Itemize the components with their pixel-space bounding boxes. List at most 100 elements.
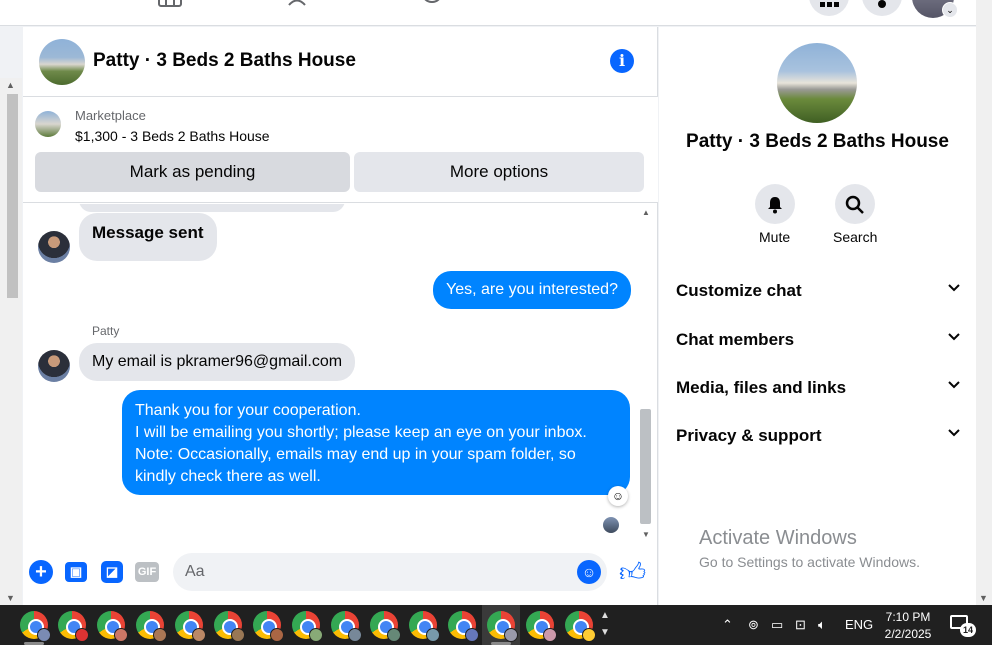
listing-title[interactable]: $1,300 - 3 Beds 2 Baths House (75, 128, 270, 144)
chat-avatar[interactable] (39, 39, 85, 85)
battery-icon[interactable]: ▭ (771, 617, 783, 633)
scroll-down-arrow-icon[interactable]: ▼ (642, 530, 650, 539)
photo-icon[interactable]: ▣ (65, 562, 87, 582)
section-label: Privacy & support (676, 426, 822, 445)
message-text: Yes, are you interested? (446, 281, 618, 298)
profile-name: Patty · 3 Beds 2 Baths House (686, 131, 949, 152)
chevron-down-icon (947, 281, 961, 298)
marketplace-nav-icon[interactable] (157, 0, 183, 8)
section-media-files-links[interactable]: Media, files and links (676, 378, 961, 402)
message-input[interactable]: Aa ☺ (173, 553, 607, 591)
window-scrollbar[interactable]: ▼ (976, 0, 992, 605)
chrome-app-icon[interactable] (526, 611, 557, 642)
language-indicator[interactable]: ENG (845, 617, 873, 632)
scrollbar-thumb[interactable] (7, 94, 18, 298)
message-line: Note: Occasionally, emails may end up in… (135, 446, 576, 463)
chrome-app-icon[interactable] (565, 611, 596, 642)
chevron-down-icon (947, 378, 961, 395)
message-bubble-incoming: Message sent (79, 213, 217, 261)
chrome-app-icon[interactable] (214, 611, 245, 642)
activate-windows-watermark: Activate Windows Go to Settings to activ… (699, 527, 920, 570)
reaction-icon[interactable]: ☺ (608, 486, 628, 506)
bell-icon (878, 0, 886, 8)
volume-icon[interactable]: 🔈︎ (818, 617, 826, 633)
seen-avatar (603, 517, 619, 533)
section-label: Customize chat (676, 281, 802, 300)
mark-as-pending-button[interactable]: Mark as pending (35, 152, 350, 192)
message-text: Message sent (92, 223, 204, 242)
top-navigation: ⌄ (0, 0, 976, 26)
scroll-up-arrow-icon[interactable]: ▲ (642, 208, 650, 217)
section-privacy-support[interactable]: Privacy & support (676, 426, 961, 450)
scroll-down-arrow-icon[interactable]: ▼ (6, 593, 15, 603)
menu-grid-button[interactable] (809, 0, 849, 16)
sender-avatar[interactable] (38, 231, 70, 263)
sender-avatar[interactable] (38, 350, 70, 382)
message-bubble-outgoing: Thank you for your cooperation. I will b… (122, 390, 630, 495)
chevron-down-icon[interactable]: ⌄ (942, 2, 958, 18)
message-line: I will be emailing you shortly; please k… (135, 424, 587, 441)
scroll-up-arrow-icon[interactable]: ▲ (6, 80, 15, 90)
chat-panel: Patty · 3 Beds 2 Baths House i Marketpla… (23, 27, 658, 605)
search-icon (845, 196, 864, 215)
chrome-app-icon[interactable] (370, 611, 401, 642)
section-customize-chat[interactable]: Customize chat (676, 281, 961, 305)
message-line: kindly check there as well. (135, 468, 321, 485)
gaming-nav-icon[interactable] (420, 0, 446, 8)
system-clock[interactable]: 7:10 PM 2/2/2025 (878, 609, 938, 643)
chevron-up-icon[interactable]: ⌃ (722, 617, 733, 633)
chevron-down-icon (947, 426, 961, 443)
watermark-subtitle: Go to Settings to activate Windows. (699, 554, 920, 570)
notification-count: 14 (960, 623, 976, 637)
section-label: Chat members (676, 330, 795, 349)
chat-header: Patty · 3 Beds 2 Baths House i (23, 27, 658, 97)
notifications-button[interactable] (862, 0, 902, 16)
grid-icon (820, 2, 839, 7)
chrome-app-icon[interactable] (253, 611, 284, 642)
chrome-app-icon[interactable] (409, 611, 440, 642)
chrome-app-icon[interactable] (20, 611, 51, 642)
sticker-icon[interactable]: ◪ (101, 561, 123, 583)
meet-now-icon[interactable]: ⊚ (748, 617, 759, 633)
groups-nav-icon[interactable] (288, 0, 314, 8)
chrome-app-icon[interactable] (175, 611, 206, 642)
chrome-app-icon[interactable] (136, 611, 167, 642)
chat-title[interactable]: Patty · 3 Beds 2 Baths House (93, 50, 356, 72)
windows-taskbar: ▲ ▼ ⌃ ⊚ ▭ ⊡ 🔈︎ ENG 7:10 PM 2/2/2025 14 (0, 605, 992, 645)
chrome-app-icon[interactable] (487, 611, 518, 642)
scroll-down-arrow-icon[interactable]: ▼ (979, 593, 988, 603)
chrome-app-icon[interactable] (58, 611, 89, 642)
plus-icon[interactable]: + (29, 560, 53, 584)
info-icon[interactable]: i (610, 49, 634, 73)
chrome-app-icon[interactable] (331, 611, 362, 642)
listing-thumbnail[interactable] (35, 111, 61, 137)
sender-name: Patty (92, 324, 120, 338)
taskbar-overflow-scroll[interactable]: ▲ ▼ (598, 607, 612, 643)
emoji-icon[interactable]: ☺ (577, 560, 601, 584)
mute-button[interactable] (755, 184, 795, 224)
scrollbar-thumb[interactable] (640, 409, 651, 524)
profile-avatar-large[interactable] (777, 43, 857, 123)
notification-center-button[interactable]: 14 (950, 613, 976, 637)
search-label: Search (833, 229, 878, 245)
chrome-app-icon[interactable] (448, 611, 479, 642)
section-label: Media, files and links (676, 378, 847, 397)
more-options-button[interactable]: More options (354, 152, 644, 192)
message-bubble-outgoing: Yes, are you interested? (433, 271, 631, 309)
section-chat-members[interactable]: Chat members (676, 330, 961, 354)
chrome-app-icon[interactable] (97, 611, 128, 642)
bell-icon (768, 197, 782, 214)
clock-time: 7:10 PM (885, 610, 931, 624)
watermark-title: Activate Windows (699, 527, 857, 549)
network-icon[interactable]: ⊡ (795, 617, 806, 633)
page-scrollbar[interactable]: ▲ ▼ (0, 78, 22, 605)
composer: + ▣ ◪ GIF Aa ☺ 👍︎ (23, 541, 658, 605)
message-text: My email is pkramer96@gmail.com (92, 353, 343, 370)
gif-icon[interactable]: GIF (135, 562, 159, 582)
chrome-app-icon[interactable] (292, 611, 323, 642)
thumbs-up-icon[interactable]: 👍︎ (619, 557, 646, 588)
mute-label: Mute (759, 229, 791, 245)
message-scrollbar[interactable]: ▲ ▼ (637, 204, 654, 541)
message-line: Thank you for your cooperation. (135, 402, 361, 419)
search-button[interactable] (835, 184, 875, 224)
